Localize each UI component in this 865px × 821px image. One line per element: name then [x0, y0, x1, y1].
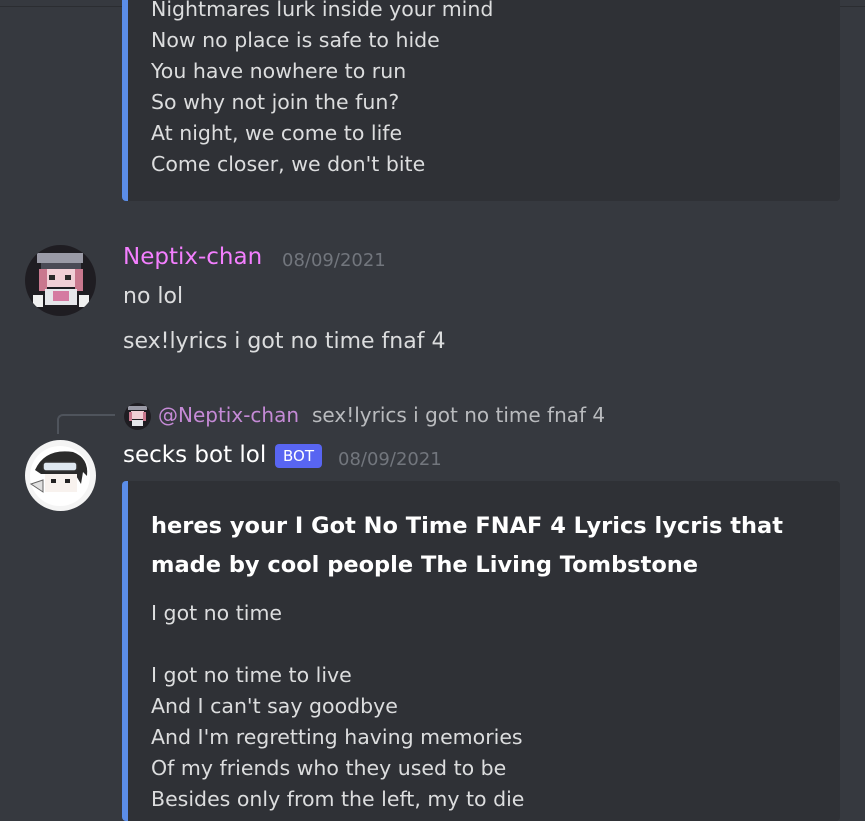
avatar-secks-bot[interactable] — [25, 440, 96, 511]
embed-line: I got no time to live — [151, 663, 352, 687]
embed-line: At night, we come to life — [151, 121, 403, 145]
lyrics-embed-top: Nightmares lurk inside your mind Now no … — [122, 0, 840, 201]
lyrics-embed: heres your I Got No Time FNAF 4 Lyrics l… — [122, 481, 840, 821]
message-timestamp: 08/09/2021 — [282, 250, 386, 271]
message-timestamp: 08/09/2021 — [338, 449, 442, 470]
embed-line: Of my friends who they used to be — [151, 756, 507, 780]
embed-line: Nightmares lurk inside your mind — [151, 0, 494, 21]
embed-line: Now no place is safe to hide — [151, 28, 440, 52]
bot-badge: BOT — [275, 444, 322, 468]
embed-line: And I'm regretting having memories — [151, 725, 523, 749]
message-text: sex!lyrics i got no time fnaf 4 — [123, 329, 446, 354]
embed-line: Come closer, we don't bite — [151, 152, 426, 176]
embed-line: So why not join the fun? — [151, 90, 400, 114]
embed-line: Besides only from the left, my to die — [151, 787, 525, 811]
reply-mention[interactable]: @Neptix-chan — [158, 403, 299, 427]
embed-line: You have nowhere to run — [151, 59, 407, 83]
username-neptix[interactable]: Neptix-chan — [123, 244, 262, 270]
message-text: no lol — [123, 284, 184, 309]
embed-line: And I can't say goodbye — [151, 694, 398, 718]
reply-avatar[interactable] — [124, 403, 151, 430]
avatar-neptix[interactable] — [25, 245, 96, 316]
embed-title: heres your I Got No Time FNAF 4 Lyrics l… — [151, 513, 783, 578]
reply-preview-text[interactable]: sex!lyrics i got no time fnaf 4 — [312, 403, 605, 427]
username-secks-bot[interactable]: secks bot lol — [123, 442, 266, 468]
reply-connector — [57, 414, 115, 434]
embed-line: I got no time — [151, 601, 283, 625]
